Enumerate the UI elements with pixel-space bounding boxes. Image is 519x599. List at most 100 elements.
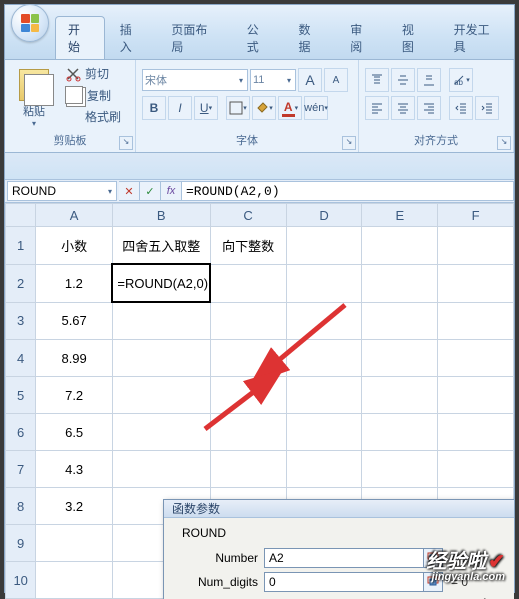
office-button[interactable] [11, 4, 49, 42]
increase-indent-button[interactable] [475, 96, 499, 120]
align-top-icon [370, 73, 384, 87]
cell-A8[interactable]: 3.2 [36, 488, 113, 525]
align-left-icon [370, 101, 384, 115]
row-header-2[interactable]: 2 [6, 264, 36, 302]
format-painter-button[interactable]: 格式刷 [61, 107, 125, 126]
field-number-input[interactable]: A2 [264, 548, 424, 568]
cell-E2[interactable] [362, 264, 438, 302]
align-center-button[interactable] [391, 96, 415, 120]
cell-F2[interactable] [438, 264, 514, 302]
insert-function-button[interactable]: fx [161, 181, 182, 201]
cell-E1[interactable] [362, 227, 438, 265]
office-logo-icon [21, 14, 39, 32]
cell-A3[interactable]: 5.67 [36, 302, 113, 340]
tab-data[interactable]: 数据 [286, 16, 336, 59]
tab-review[interactable]: 审阅 [337, 16, 387, 59]
row-header-5[interactable]: 5 [6, 377, 36, 414]
tab-view[interactable]: 视图 [389, 16, 439, 59]
align-right-button[interactable] [417, 96, 441, 120]
font-size-combo[interactable]: 11▾ [250, 69, 296, 91]
col-header-B[interactable]: B [112, 204, 210, 227]
worksheet-grid[interactable]: A B C D E F 1 小数 四舍五入取整 向下整数 2 1.2 =ROUN… [5, 203, 514, 599]
cell-D2[interactable] [286, 264, 362, 302]
cut-button[interactable]: 剪切 [61, 64, 125, 83]
font-dialog-launcher-icon[interactable]: ↘ [342, 136, 356, 150]
col-header-A[interactable]: A [36, 204, 113, 227]
col-header-C[interactable]: C [210, 204, 286, 227]
row-header-7[interactable]: 7 [6, 451, 36, 488]
align-middle-icon [396, 73, 410, 87]
copy-button[interactable]: 复制 [61, 85, 125, 105]
cell-A2[interactable]: 1.2 [36, 264, 113, 302]
group-alignment: ab▾ 对齐方式 ↘ [359, 60, 514, 152]
grow-font-button[interactable]: A [298, 68, 322, 92]
align-left-button[interactable] [365, 96, 389, 120]
fill-color-button[interactable]: ▾ [252, 96, 276, 120]
phonetic-button[interactable]: wén▾ [304, 96, 328, 120]
col-header-F[interactable]: F [438, 204, 514, 227]
indent-icon [480, 101, 494, 115]
orientation-button[interactable]: ab▾ [449, 68, 473, 92]
row-header-4[interactable]: 4 [6, 340, 36, 377]
bold-button[interactable]: B [142, 96, 166, 120]
col-header-D[interactable]: D [286, 204, 362, 227]
align-bottom-button[interactable] [417, 68, 441, 92]
group-clipboard: 粘贴 ▾ 剪切 复制 格式刷 [5, 60, 136, 152]
align-middle-button[interactable] [391, 68, 415, 92]
field-digits-label: Num_digits [178, 575, 258, 589]
font-name-combo[interactable]: 宋体▾ [142, 69, 248, 91]
row-header-10[interactable]: 10 [6, 562, 36, 599]
tab-insert[interactable]: 插入 [107, 16, 157, 59]
cell-B2[interactable]: =ROUND(A2,0) [112, 264, 210, 302]
paste-button[interactable]: 粘贴 ▾ [11, 64, 57, 131]
row-header-6[interactable]: 6 [6, 414, 36, 451]
cell-A1[interactable]: 小数 [36, 227, 113, 265]
formula-input[interactable]: =ROUND(A2,0) [182, 181, 514, 201]
shrink-font-button[interactable]: A [324, 68, 348, 92]
formula-bar: ROUND▾ ✕ ✓ fx =ROUND(A2,0) [5, 180, 514, 203]
cancel-formula-button[interactable]: ✕ [119, 181, 140, 201]
cell-A4[interactable]: 8.99 [36, 340, 113, 377]
cell-C2[interactable] [210, 264, 286, 302]
cell-B1[interactable]: 四舍五入取整 [112, 227, 210, 265]
tab-formulas[interactable]: 公式 [234, 16, 284, 59]
watermark: 经验啦✔ jingyanla.com [426, 552, 505, 583]
tab-developer[interactable]: 开发工具 [441, 16, 514, 59]
cell-D1[interactable] [286, 227, 362, 265]
align-top-button[interactable] [365, 68, 389, 92]
clipboard-dialog-launcher-icon[interactable]: ↘ [119, 136, 133, 150]
cell-F1[interactable] [438, 227, 514, 265]
align-dialog-launcher-icon[interactable]: ↘ [497, 136, 511, 150]
cell-A6[interactable]: 6.5 [36, 414, 113, 451]
row-header-9[interactable]: 9 [6, 525, 36, 562]
font-color-button[interactable]: A▾ [278, 96, 302, 120]
underline-button[interactable]: U▾ [194, 96, 218, 120]
tab-home[interactable]: 开始 [55, 16, 105, 59]
bucket-icon [255, 101, 269, 115]
row-header-3[interactable]: 3 [6, 302, 36, 340]
dialog-function-name: ROUND [182, 526, 504, 540]
scissors-icon [65, 66, 81, 82]
col-header-E[interactable]: E [362, 204, 438, 227]
select-all-corner[interactable] [6, 204, 36, 227]
cell[interactable] [112, 302, 210, 340]
cell-A7[interactable]: 4.3 [36, 451, 113, 488]
row-header-1[interactable]: 1 [6, 227, 36, 265]
cell-C1[interactable]: 向下整数 [210, 227, 286, 265]
border-icon [229, 101, 243, 115]
row-header-8[interactable]: 8 [6, 488, 36, 525]
ribbon-tab-strip: 开始 插入 页面布局 公式 数据 审阅 视图 开发工具 [5, 35, 514, 59]
ribbon-body: 粘贴 ▾ 剪切 复制 格式刷 [5, 59, 514, 153]
enter-formula-button[interactable]: ✓ [140, 181, 161, 201]
font-color-icon: A [282, 100, 295, 117]
cell-A5[interactable]: 7.2 [36, 377, 113, 414]
align-bottom-icon [422, 73, 436, 87]
tab-page-layout[interactable]: 页面布局 [158, 16, 231, 59]
group-label-alignment: 对齐方式 ↘ [365, 132, 507, 150]
field-digits-input[interactable]: 0 [264, 572, 424, 592]
italic-button[interactable]: I [168, 96, 192, 120]
border-button[interactable]: ▾ [226, 96, 250, 120]
name-box[interactable]: ROUND▾ [7, 181, 117, 201]
decrease-indent-button[interactable] [449, 96, 473, 120]
dialog-title[interactable]: 函数参数 [164, 500, 514, 518]
